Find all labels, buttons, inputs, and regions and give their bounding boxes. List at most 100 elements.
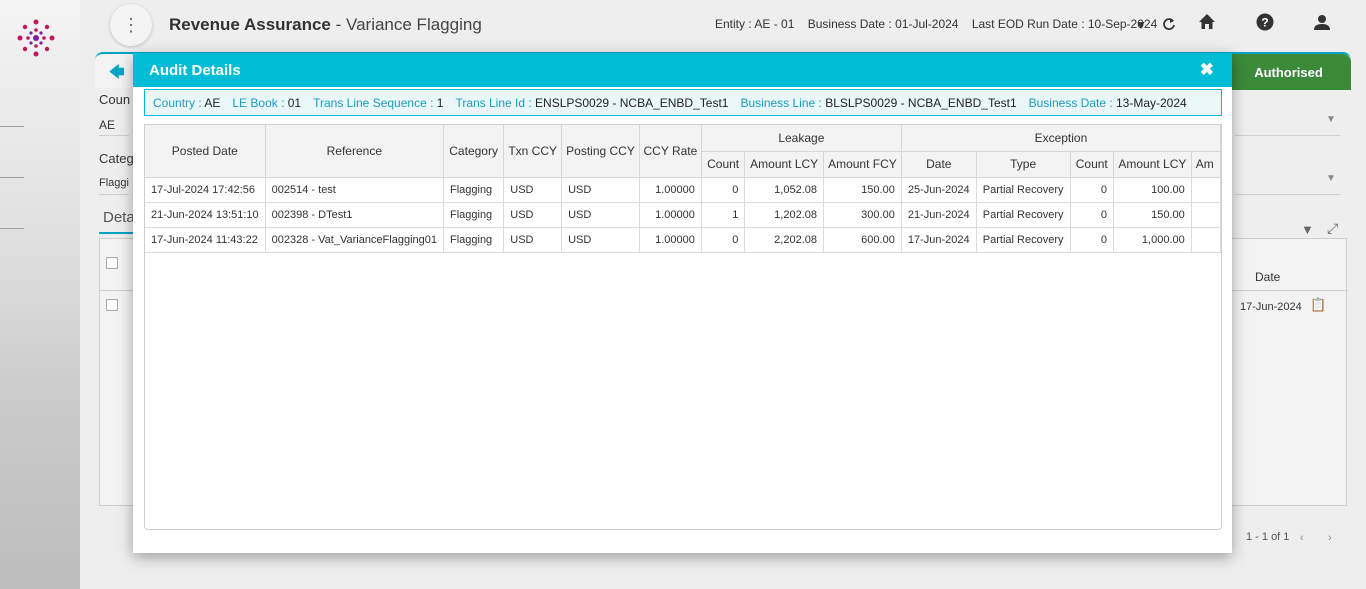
- group-leakage: Leakage: [701, 125, 902, 152]
- audit-details-modal: Audit Details ✖ Country : AE LE Book : 0…: [133, 53, 1232, 553]
- status-tab-authorised[interactable]: Authorised: [1226, 54, 1351, 90]
- caret-down-icon[interactable]: ▼: [1130, 14, 1152, 36]
- audit-info-strip: Country : AE LE Book : 01 Trans Line Seq…: [144, 89, 1222, 116]
- grid-date-header: Date: [1255, 270, 1281, 284]
- col-leakage-amount-lcy[interactable]: Amount LCY: [744, 151, 824, 178]
- info-trans-line-id: Trans Line Id : ENSLPS0029 - NCBA_ENBD_T…: [455, 95, 729, 110]
- group-exception: Exception: [901, 125, 1221, 152]
- audit-table: Posted Date Reference Category Txn CCY P…: [145, 125, 1221, 253]
- country-dropdown-icon[interactable]: ▼: [1326, 114, 1336, 125]
- cell-posted-date: 21-Jun-2024 13:51:10: [145, 202, 266, 228]
- col-exception-count[interactable]: Count: [1070, 151, 1114, 178]
- row-checkbox[interactable]: [106, 299, 118, 311]
- cell-exception-date: 21-Jun-2024: [901, 202, 977, 228]
- next-page-icon[interactable]: ›: [1328, 532, 1332, 544]
- cell-category: Flagging: [443, 227, 505, 253]
- select-all-checkbox[interactable]: [106, 257, 118, 269]
- info-business-line: Business Line : BLSLPS0029 - NCBA_ENBD_T…: [740, 95, 1017, 110]
- col-exception-type[interactable]: Type: [976, 151, 1071, 178]
- context-info: Entity : AE - 01 Business Date : 01-Jul-…: [715, 17, 1167, 31]
- divider: [99, 135, 129, 136]
- tab-underline: [99, 232, 134, 234]
- cell-ccy-rate: 1.00000: [639, 202, 702, 228]
- category-dropdown-icon[interactable]: ▼: [1326, 173, 1336, 184]
- cell-ccy-rate: 1.00000: [639, 227, 702, 253]
- business-date-info: Business Date : 01-Jul-2024: [807, 17, 959, 31]
- app-name: Revenue Assurance: [169, 15, 331, 34]
- cell-category: Flagging: [443, 202, 505, 228]
- col-posted-date[interactable]: Posted Date: [145, 125, 266, 178]
- cell-posted-date: 17-Jul-2024 17:42:56: [145, 177, 266, 203]
- cell-exception-amount-fcy: [1191, 202, 1221, 228]
- close-icon[interactable]: ✖: [1200, 61, 1214, 78]
- cell-leakage-amount-lcy: 2,202.08: [744, 227, 824, 253]
- cell-posting-ccy: USD: [561, 177, 640, 203]
- top-bar: ⋮ Revenue Assurance - Variance Flagging …: [80, 0, 1366, 50]
- title-separator: -: [330, 15, 346, 34]
- col-posting-ccy[interactable]: Posting CCY: [561, 125, 640, 178]
- country-value: AE: [99, 118, 116, 132]
- grid-date-cell: 17-Jun-2024: [1240, 301, 1302, 313]
- col-reference[interactable]: Reference: [265, 125, 444, 178]
- col-txn-ccy[interactable]: Txn CCY: [503, 125, 563, 178]
- category-label: Categ: [99, 151, 134, 166]
- cell-reference: 002398 - DTest1: [265, 202, 444, 228]
- app-logo-icon[interactable]: [14, 16, 58, 60]
- cell-exception-count: 0: [1070, 177, 1114, 203]
- col-leakage-count[interactable]: Count: [701, 151, 746, 178]
- expand-icon[interactable]: ⤢: [1327, 220, 1338, 237]
- table-row[interactable]: 21-Jun-2024 13:51:10 002398 - DTest1 Fla…: [145, 202, 1221, 228]
- cell-leakage-amount-lcy: 1,052.08: [744, 177, 824, 203]
- cell-leakage-count: 1: [701, 202, 746, 228]
- cell-exception-count: 0: [1070, 227, 1114, 253]
- back-arrow-icon[interactable]: 🡄: [109, 62, 125, 87]
- audit-details-icon[interactable]: 📋: [1310, 297, 1326, 313]
- cell-reference: 002328 - Vat_VarianceFlagging01: [265, 227, 444, 253]
- info-business-date: Business Date : 13-May-2024: [1028, 95, 1187, 110]
- col-exception-date[interactable]: Date: [901, 151, 977, 178]
- entity-info: Entity : AE - 01: [715, 17, 795, 31]
- cell-exception-date: 17-Jun-2024: [901, 227, 977, 253]
- cell-exception-type: Partial Recovery: [976, 227, 1071, 253]
- cell-txn-ccy: USD: [503, 227, 563, 253]
- prev-page-icon[interactable]: ‹: [1300, 532, 1304, 544]
- info-le-book: LE Book : 01: [232, 95, 302, 110]
- more-vert-icon[interactable]: ⋮: [110, 4, 152, 46]
- divider: [1235, 135, 1340, 136]
- home-icon[interactable]: [1196, 13, 1218, 35]
- table-row[interactable]: 17-Jun-2024 11:43:22 002328 - Vat_Varian…: [145, 227, 1221, 253]
- svg-text:?: ?: [1261, 16, 1268, 30]
- audit-table-container: Posted Date Reference Category Txn CCY P…: [144, 124, 1222, 530]
- info-country: Country : AE: [153, 95, 221, 110]
- cell-exception-amount-fcy: [1191, 177, 1221, 203]
- cell-exception-amount-lcy: 1,000.00: [1113, 227, 1192, 253]
- table-row[interactable]: 17-Jul-2024 17:42:56 002514 - test Flagg…: [145, 177, 1221, 203]
- help-icon[interactable]: ?: [1254, 13, 1276, 35]
- col-leakage-amount-fcy[interactable]: Amount FCY: [823, 151, 902, 178]
- cell-leakage-count: 0: [701, 177, 746, 203]
- divider: [99, 194, 129, 195]
- col-exception-amount-lcy[interactable]: Amount LCY: [1113, 151, 1192, 178]
- cell-exception-date: 25-Jun-2024: [901, 177, 977, 203]
- refresh-icon[interactable]: [1158, 13, 1180, 35]
- cell-txn-ccy: USD: [503, 177, 563, 203]
- cell-leakage-amount-fcy: 600.00: [823, 227, 902, 253]
- rail-divider: [0, 177, 24, 178]
- cell-posting-ccy: USD: [561, 227, 640, 253]
- cell-exception-amount-fcy: [1191, 227, 1221, 253]
- cell-exception-amount-lcy: 150.00: [1113, 202, 1192, 228]
- page-title: Revenue Assurance - Variance Flagging: [169, 15, 482, 35]
- modal-header: Audit Details ✖: [133, 53, 1232, 87]
- col-ccy-rate[interactable]: CCY Rate: [639, 125, 702, 178]
- col-exception-amount-fcy[interactable]: Am: [1191, 151, 1221, 178]
- tab-details[interactable]: Deta: [103, 209, 135, 226]
- rail-divider: [0, 228, 24, 229]
- col-category[interactable]: Category: [443, 125, 505, 178]
- category-value: Flaggi: [99, 177, 129, 189]
- cell-ccy-rate: 1.00000: [639, 177, 702, 203]
- filter-icon[interactable]: ▼: [1301, 222, 1314, 237]
- rail-divider: [0, 126, 24, 127]
- cell-leakage-count: 0: [701, 227, 746, 253]
- user-icon[interactable]: [1311, 13, 1333, 35]
- cell-exception-type: Partial Recovery: [976, 177, 1071, 203]
